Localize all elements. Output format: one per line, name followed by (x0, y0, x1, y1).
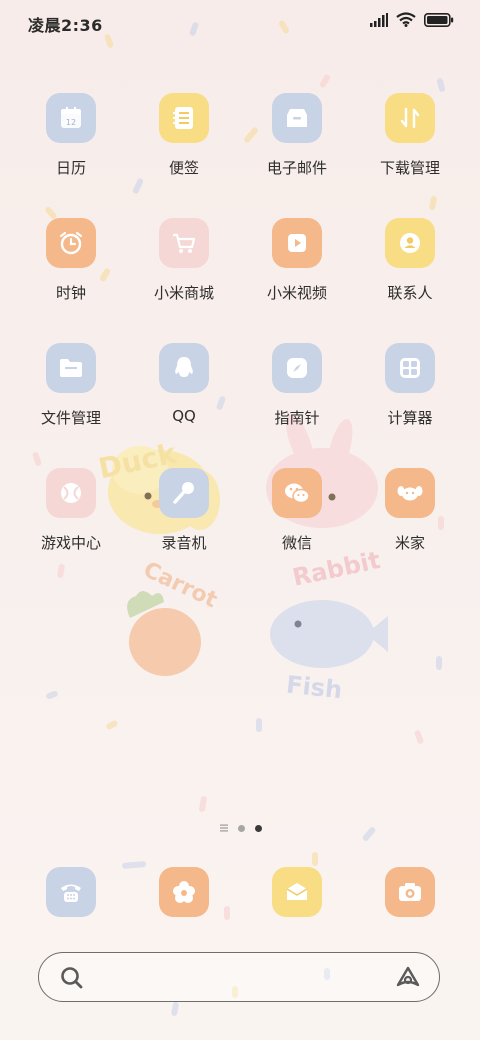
app-label: 日历 (55, 159, 86, 177)
fish-text: Fish (285, 671, 344, 705)
app-label: QQ (172, 407, 196, 425)
app-label: 小米商城 (153, 284, 214, 302)
app-notes[interactable]: 便签 (129, 93, 239, 203)
app-qq[interactable]: QQ (129, 343, 239, 453)
compass-icon (272, 343, 322, 393)
page-indicator[interactable] (220, 824, 262, 832)
app-calendar[interactable]: 12 日历 (16, 93, 126, 203)
search-input[interactable] (99, 963, 373, 991)
dock-camera[interactable] (385, 867, 435, 917)
battery-icon (424, 12, 454, 27)
app-wechat[interactable]: 微信 (242, 468, 352, 578)
page-list-icon (220, 824, 228, 832)
status-bar: 凌晨2:36 (0, 0, 480, 44)
fish-illustration: Fish (270, 600, 388, 704)
app-file-manager[interactable]: 文件管理 (16, 343, 126, 453)
notes-icon (159, 93, 209, 143)
app-label: 米家 (394, 534, 425, 552)
app-label: 小米视频 (266, 284, 327, 302)
dock-messages[interactable] (272, 867, 322, 917)
folder-icon (46, 343, 96, 393)
app-recorder[interactable]: 录音机 (129, 468, 239, 578)
app-mi-video[interactable]: 小米视频 (242, 218, 352, 328)
app-compass[interactable]: 指南针 (242, 343, 352, 453)
app-label: 游戏中心 (40, 534, 101, 552)
wifi-icon (396, 12, 416, 27)
signal-icon (370, 12, 388, 27)
app-contacts[interactable]: 联系人 (355, 218, 465, 328)
message-envelope-icon (286, 883, 308, 900)
camera-icon (399, 883, 421, 901)
calendar-date: 12 (66, 118, 76, 127)
ball-icon (46, 468, 96, 518)
app-label: 下载管理 (379, 159, 440, 177)
app-calculator[interactable]: 计算器 (355, 343, 465, 453)
shopping-cart-icon (159, 218, 209, 268)
dock-gallery[interactable] (159, 867, 209, 917)
status-time: 凌晨2:36 (28, 16, 103, 35)
page-dot-active (255, 824, 262, 832)
app-label: 文件管理 (40, 409, 101, 427)
microphone-icon (159, 468, 209, 518)
video-play-icon (272, 218, 322, 268)
penguin-icon (159, 343, 209, 393)
app-label: 联系人 (387, 284, 433, 302)
phone-icon (61, 884, 81, 902)
app-label: 微信 (281, 534, 312, 552)
app-email[interactable]: 电子邮件 (242, 93, 352, 203)
flower-gallery-icon (173, 881, 195, 903)
search-bar[interactable] (38, 952, 440, 1002)
app-mijia[interactable]: 米家 (355, 468, 465, 578)
app-game-center[interactable]: 游戏中心 (16, 468, 126, 578)
app-label: 时钟 (55, 284, 86, 302)
app-mi-store[interactable]: 小米商城 (129, 218, 239, 328)
app-label: 录音机 (161, 534, 207, 552)
app-clock[interactable]: 时钟 (16, 218, 126, 328)
app-label: 指南针 (274, 409, 320, 427)
wechat-icon (272, 468, 322, 518)
calculator-icon (385, 343, 435, 393)
calendar-icon: 12 (46, 93, 96, 143)
alarm-clock-icon (46, 218, 96, 268)
download-arrows-icon (385, 93, 435, 143)
mijia-dog-icon (385, 468, 435, 518)
page-dot (238, 824, 245, 832)
status-icons (370, 12, 454, 27)
app-download-manager[interactable]: 下载管理 (355, 93, 465, 203)
assistant-icon[interactable] (395, 965, 421, 989)
search-icon (61, 967, 83, 989)
app-label: 便签 (168, 159, 199, 177)
app-label: 计算器 (387, 409, 433, 427)
app-label: 电子邮件 (266, 159, 327, 177)
email-inbox-icon (272, 93, 322, 143)
dock (0, 860, 480, 930)
dock-phone[interactable] (46, 867, 96, 917)
contact-person-icon (385, 218, 435, 268)
